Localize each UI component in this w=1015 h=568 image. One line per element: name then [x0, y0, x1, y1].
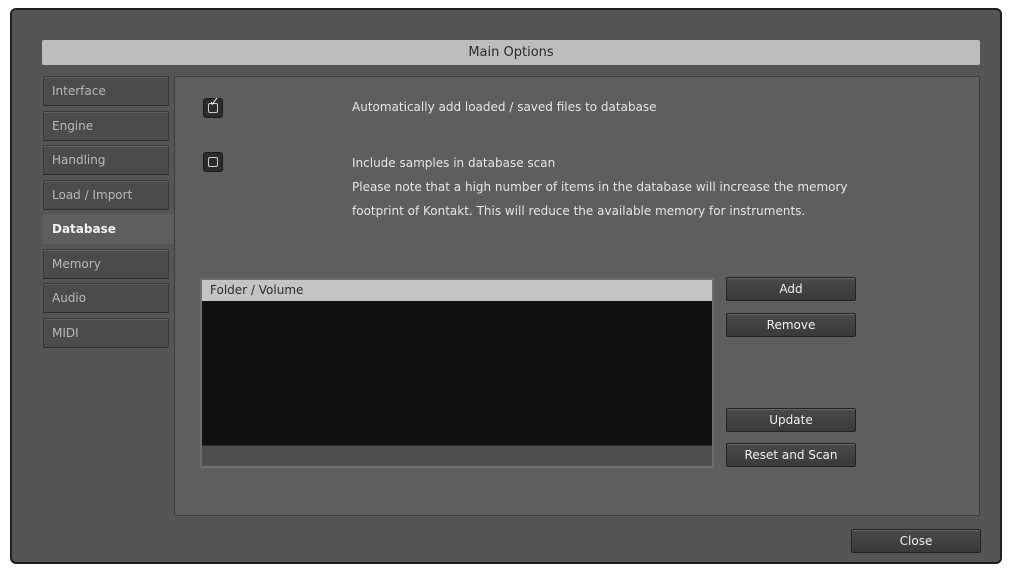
- tab-label: Handling: [52, 153, 106, 167]
- tab-interface[interactable]: Interface: [43, 76, 169, 106]
- tab-label: Engine: [52, 119, 94, 133]
- include-samples-label: Include samples in database scan: [352, 156, 556, 170]
- include-samples-checkbox[interactable]: [203, 152, 223, 172]
- tab-label: MIDI: [52, 326, 79, 340]
- close-button[interactable]: Close: [851, 529, 981, 553]
- tab-label: Interface: [52, 84, 106, 98]
- tab-midi[interactable]: MIDI: [43, 318, 169, 348]
- remove-button[interactable]: Remove: [726, 313, 856, 337]
- folder-list-header[interactable]: Folder / Volume: [202, 280, 712, 301]
- tab-engine[interactable]: Engine: [43, 111, 169, 141]
- tab-database[interactable]: Database: [43, 214, 175, 244]
- tab-label: Memory: [52, 257, 101, 271]
- auto-add-label: Automatically add loaded / saved files t…: [352, 100, 657, 114]
- tab-label: Database: [52, 222, 116, 236]
- tab-load-import[interactable]: Load / Import: [43, 180, 169, 210]
- tab-label: Audio: [52, 291, 87, 305]
- tab-label: Load / Import: [52, 188, 133, 202]
- tab-memory[interactable]: Memory: [43, 249, 169, 279]
- folder-list[interactable]: Folder / Volume: [200, 278, 714, 468]
- memory-note-line1: Please note that a high number of items …: [352, 180, 848, 194]
- update-button[interactable]: Update: [726, 408, 856, 432]
- checkmark-icon: ✓: [209, 95, 220, 110]
- tab-audio[interactable]: Audio: [43, 283, 169, 313]
- window-title: Main Options: [42, 40, 980, 65]
- folder-list-scrollbar[interactable]: [202, 445, 712, 466]
- memory-note-line2: footprint of Kontakt. This will reduce t…: [352, 204, 806, 218]
- checkbox-box-icon: [208, 157, 218, 167]
- auto-add-checkbox[interactable]: ✓: [203, 95, 223, 118]
- tab-handling[interactable]: Handling: [43, 145, 169, 175]
- add-button[interactable]: Add: [726, 277, 856, 301]
- reset-and-scan-button[interactable]: Reset and Scan: [726, 443, 856, 467]
